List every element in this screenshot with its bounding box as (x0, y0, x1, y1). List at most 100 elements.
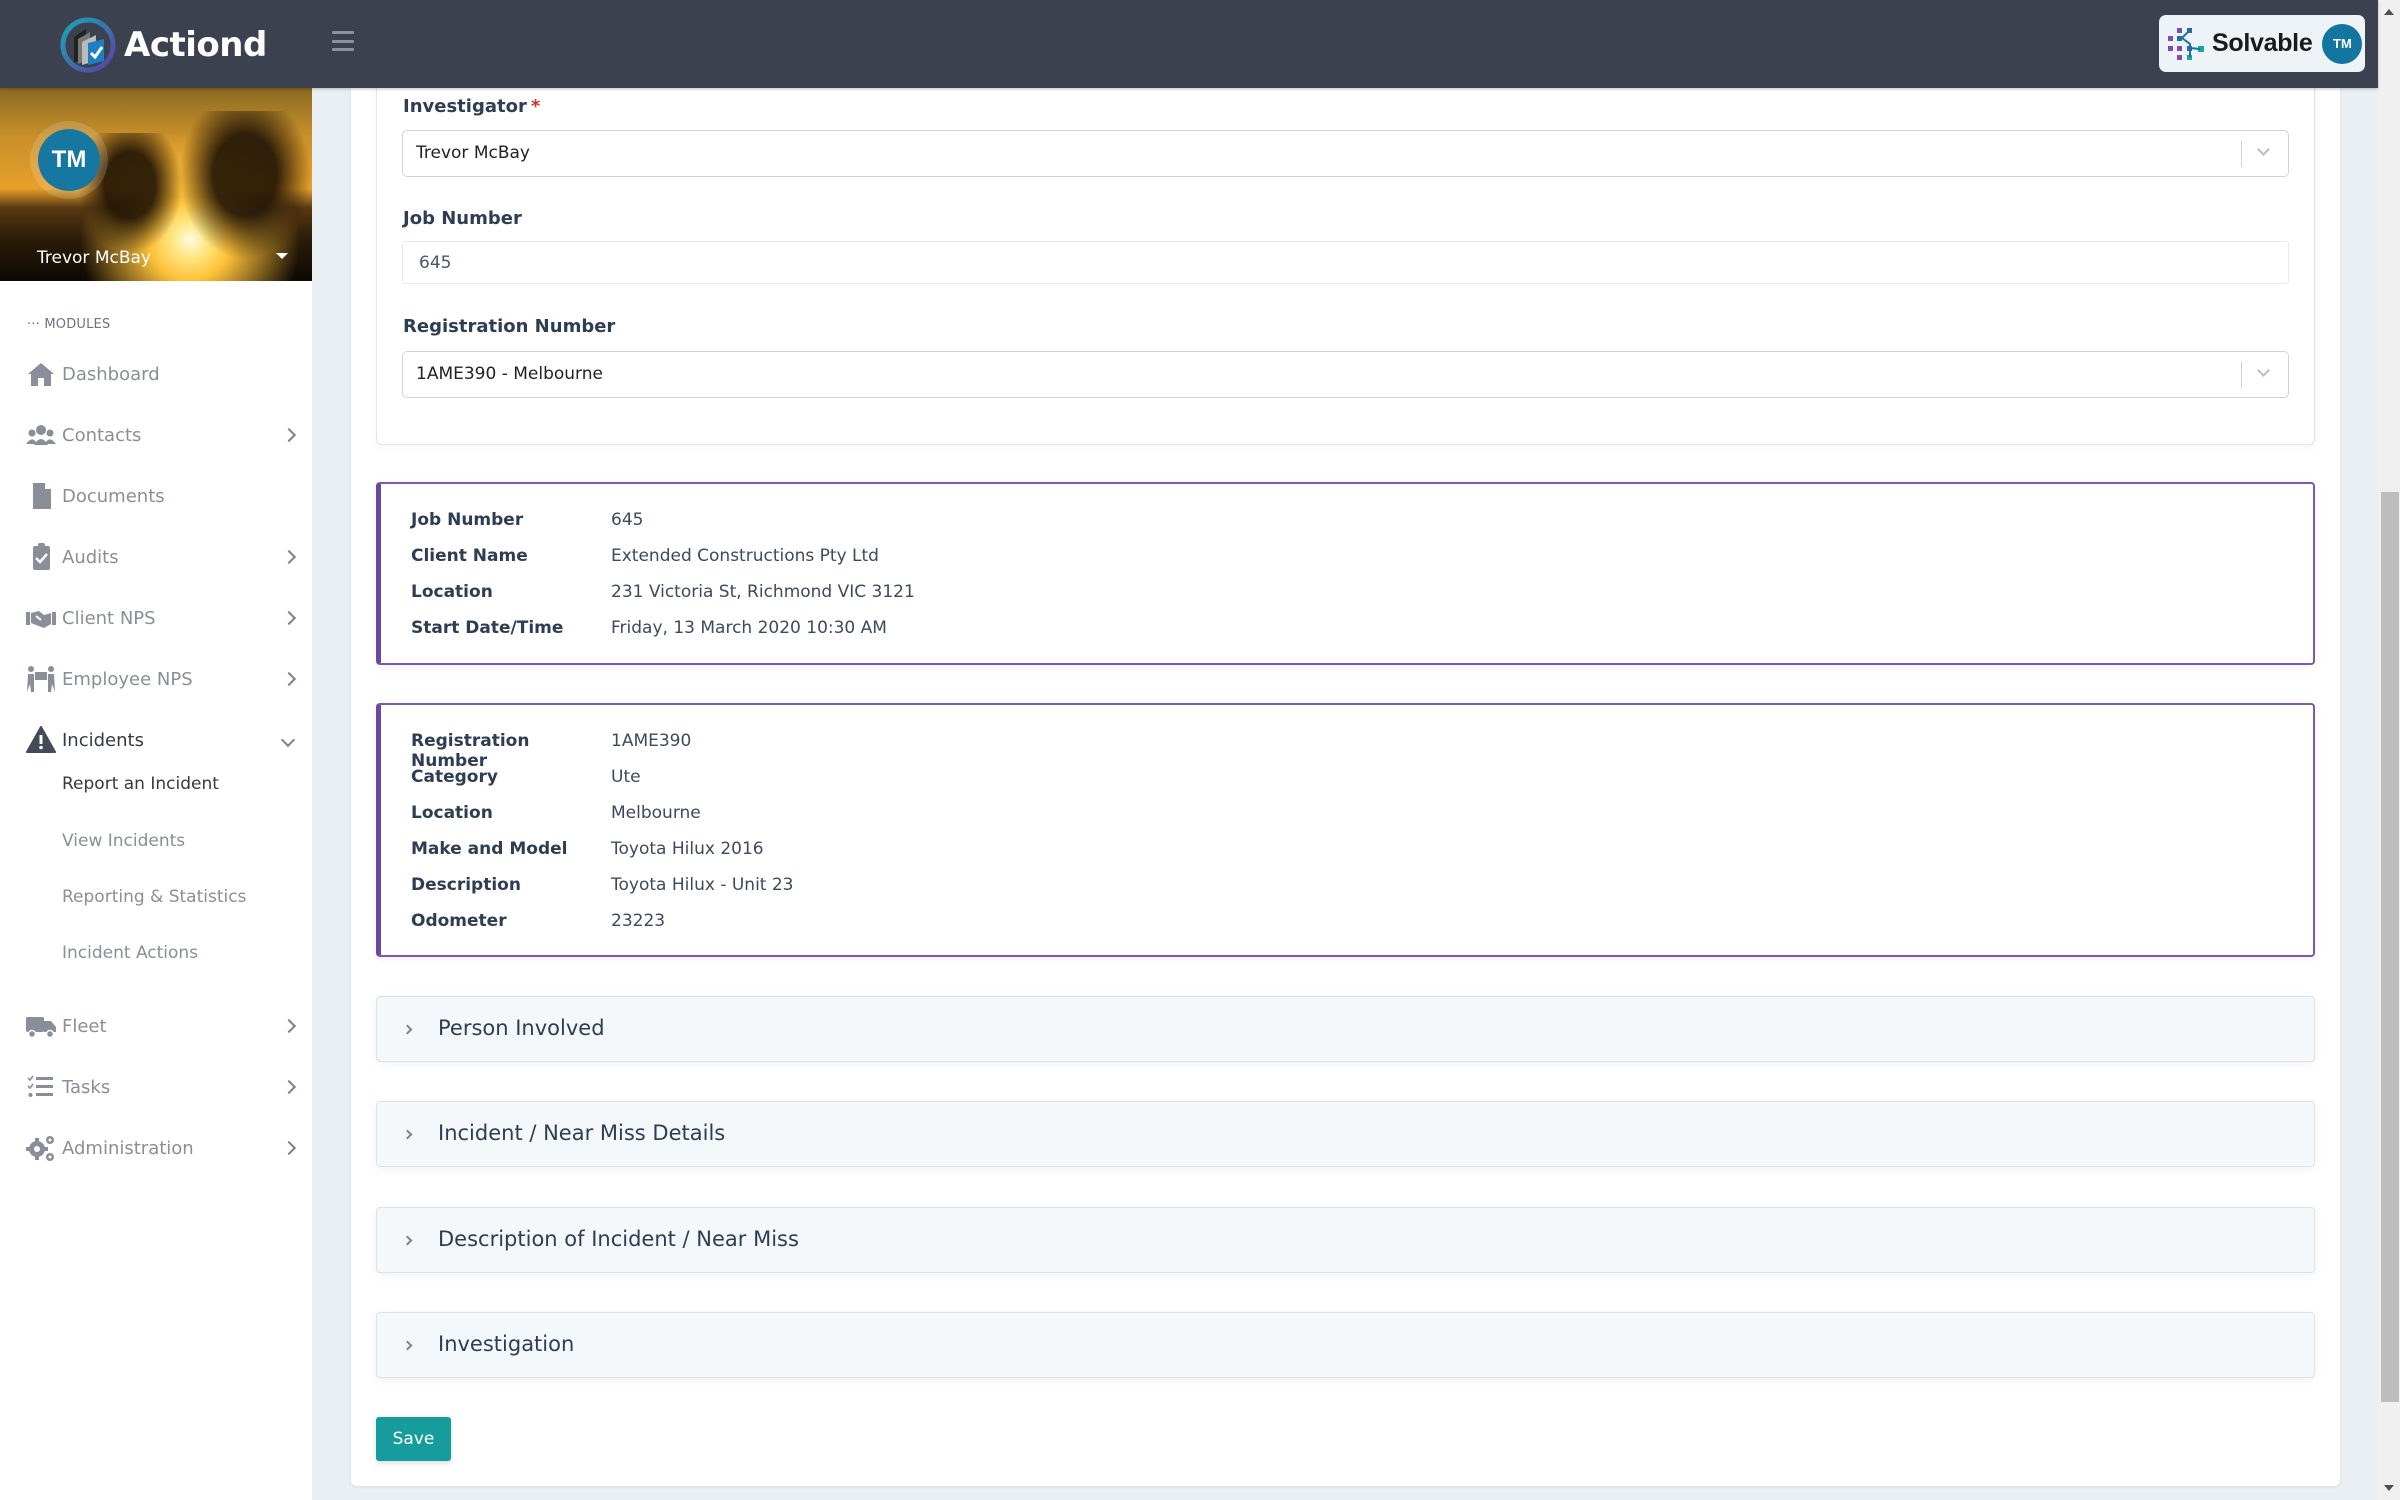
scroll-up-arrow-icon[interactable] (2384, 9, 2394, 15)
tasks-icon (25, 1072, 57, 1102)
solvable-logo-icon (2168, 27, 2204, 60)
vehicle-detail-row: Make and Model Toyota Hilux 2016 (411, 839, 764, 859)
vehicle-detail-row: Description Toyota Hilux - Unit 23 (411, 875, 794, 895)
chevron-right-icon (402, 1340, 413, 1351)
sidebar-item-label: Administration (62, 1137, 194, 1159)
job-number-label: Job Number (403, 208, 522, 229)
sidebar-item-contacts[interactable]: Contacts (0, 415, 312, 455)
sidebar-item-label: Dashboard (62, 363, 160, 385)
home-icon (25, 359, 57, 389)
save-button[interactable]: Save (376, 1417, 451, 1461)
brand[interactable]: Actiond (60, 16, 267, 74)
job-number-input[interactable] (402, 241, 2289, 284)
sidebar-item-label: Contacts (62, 424, 142, 446)
sidebar-subitem-incident-actions[interactable]: Incident Actions (62, 943, 198, 963)
accordion-incident-description[interactable]: Description of Incident / Near Miss (376, 1207, 2315, 1273)
chevron-right-icon (281, 427, 297, 443)
chevron-right-icon (281, 1079, 297, 1095)
detail-value: Ute (611, 767, 641, 787)
accordion-title: Person Involved (438, 1016, 605, 1040)
chevron-down-icon[interactable] (2257, 364, 2270, 377)
sidebar-item-label: Fleet (62, 1015, 107, 1037)
job-details-panel: Job Number 645 Client Name Extended Cons… (376, 482, 2315, 665)
file-icon (25, 481, 57, 511)
job-detail-row: Location 231 Victoria St, Richmond VIC 3… (411, 582, 915, 602)
chevron-right-icon (402, 1129, 413, 1140)
vehicle-detail-row: Category Ute (411, 767, 641, 787)
investigator-select[interactable]: Trevor McBay (402, 130, 2289, 177)
detail-value: 23223 (611, 911, 666, 931)
detail-value: 231 Victoria St, Richmond VIC 3121 (611, 582, 915, 602)
detail-key: Registration Number (411, 731, 530, 771)
sidebar-item-label: Employee NPS (62, 668, 193, 690)
sidebar-item-label: Documents (62, 485, 165, 507)
chevron-right-icon (281, 1018, 297, 1034)
detail-key: Location (411, 803, 493, 823)
vehicle-details-panel: Registration Number 1AME390 Category Ute… (376, 703, 2315, 957)
investigator-label: Investigator * (403, 96, 540, 117)
detail-key: Location (411, 582, 493, 602)
chevron-right-icon (281, 549, 297, 565)
detail-value: 645 (611, 510, 644, 530)
detail-value: Toyota Hilux - Unit 23 (611, 875, 794, 895)
handshake-icon (25, 603, 57, 633)
user-profile-banner: TM Trevor McBay (0, 88, 312, 281)
sidebar-item-administration[interactable]: Administration (0, 1128, 312, 1168)
sidebar-subitem-report-incident[interactable]: Report an Incident (62, 774, 219, 794)
registration-number-select[interactable]: 1AME390 - Melbourne (402, 351, 2289, 398)
sidebar-item-label: Incidents (62, 729, 144, 751)
accordion-incident-details[interactable]: Incident / Near Miss Details (376, 1101, 2315, 1167)
vehicle-detail-row: Location Melbourne (411, 803, 701, 823)
detail-key: Client Name (411, 546, 528, 566)
sidebar-item-label: Client NPS (62, 607, 156, 629)
accordion-title: Investigation (438, 1332, 575, 1356)
palm-tree-silhouette (170, 111, 312, 271)
chevron-right-icon (402, 1024, 413, 1035)
detail-value: Toyota Hilux 2016 (611, 839, 764, 859)
warning-icon (25, 725, 57, 755)
menu-toggle-icon[interactable] (332, 31, 354, 51)
accordion-investigation[interactable]: Investigation (376, 1312, 2315, 1378)
actiond-logo-icon (60, 17, 116, 73)
page-scrollbar[interactable] (2378, 0, 2400, 1500)
sidebar-item-client-nps[interactable]: Client NPS (0, 598, 312, 638)
accordion-title: Incident / Near Miss Details (438, 1121, 726, 1145)
sidebar-item-label: Tasks (62, 1076, 111, 1098)
sidebar-item-fleet[interactable]: Fleet (0, 1006, 312, 1046)
sidebar-subitem-reporting-statistics[interactable]: Reporting & Statistics (62, 887, 246, 907)
detail-key: Odometer (411, 911, 507, 931)
select-separator (2241, 141, 2242, 167)
sidebar: TM Trevor McBay ··· MODULES Dashboard Co… (0, 88, 312, 1500)
chevron-down-icon (280, 732, 296, 748)
caret-down-icon[interactable] (276, 253, 288, 259)
required-asterisk: * (530, 96, 541, 117)
people-carry-icon (25, 664, 57, 694)
vehicle-detail-row: Registration Number 1AME390 (411, 731, 691, 771)
investigator-value: Trevor McBay (416, 143, 530, 163)
sidebar-item-incidents[interactable]: Incidents (0, 720, 312, 760)
profile-name[interactable]: Trevor McBay (37, 248, 151, 268)
registration-number-value: 1AME390 - Melbourne (416, 364, 603, 384)
profile-avatar[interactable]: TM (38, 129, 100, 191)
scroll-down-arrow-icon[interactable] (2384, 1485, 2394, 1491)
select-separator (2241, 362, 2242, 388)
chevron-down-icon[interactable] (2257, 143, 2270, 156)
job-detail-row: Start Date/Time Friday, 13 March 2020 10… (411, 618, 887, 638)
detail-key: Description (411, 875, 521, 895)
user-avatar[interactable]: TM (2322, 23, 2363, 64)
sidebar-item-tasks[interactable]: Tasks (0, 1067, 312, 1107)
sidebar-item-employee-nps[interactable]: Employee NPS (0, 659, 312, 699)
sidebar-item-audits[interactable]: Audits (0, 537, 312, 577)
scrollbar-thumb[interactable] (2381, 492, 2399, 1402)
sidebar-subitem-view-incidents[interactable]: View Incidents (62, 831, 185, 851)
detail-key: Category (411, 767, 498, 787)
chevron-right-icon (281, 1140, 297, 1156)
accordion-title: Description of Incident / Near Miss (438, 1227, 799, 1251)
partner-badge[interactable]: Solvable TM (2159, 15, 2365, 72)
accordion-person-involved[interactable]: Person Involved (376, 996, 2315, 1062)
sidebar-item-documents[interactable]: Documents (0, 476, 312, 516)
job-detail-row: Job Number 645 (411, 510, 643, 530)
brand-name: Actiond (124, 25, 267, 65)
sidebar-item-dashboard[interactable]: Dashboard (0, 354, 312, 394)
users-icon (25, 420, 57, 450)
